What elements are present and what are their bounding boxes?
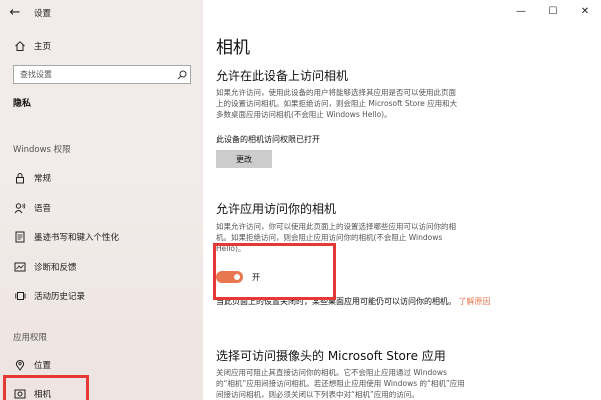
description-line: 关闭应用可阻止其直接访问你的相机。它不会阻止应用通过 Windows xyxy=(216,368,447,377)
sidebar-item-label: 墨迹书写和键入个性化 xyxy=(34,233,120,243)
store-apps-description: 关闭应用可阻止其直接访问你的相机。它不会阻止应用通过 Windows 的“相机”… xyxy=(216,367,496,400)
sidebar-item-label: 常规 xyxy=(34,174,52,184)
device-access-description: 如果允许访问，使用此设备的用户将能够选择其应用是否可以使用此页面 上的设置访问相… xyxy=(216,87,496,120)
history-icon xyxy=(13,289,27,303)
content-pane: — ☐ ✕ 相机 允许在此设备上访问相机 如果允许访问，使用此设备的用户将能够选… xyxy=(203,0,601,400)
sidebar-item-location[interactable]: 位置 xyxy=(0,355,203,375)
camera-highlight-annotation xyxy=(3,375,89,400)
sidebar-item-label: 诊断和反馈 xyxy=(34,263,77,273)
search-icon[interactable] xyxy=(174,66,190,83)
change-button[interactable]: 更改 xyxy=(216,150,272,168)
description-line: 多数桌面应用访问相机(不会阻止 Windows Hello)。 xyxy=(216,110,392,119)
home-icon xyxy=(13,39,27,53)
sidebar-item-label: 语音 xyxy=(34,204,52,214)
back-arrow-icon: ← xyxy=(9,5,21,20)
windows-permissions-label: Windows 权限 xyxy=(13,145,71,155)
close-button[interactable]: ✕ xyxy=(569,0,601,22)
location-icon xyxy=(13,358,27,372)
description-line: 间接访问相机，则必须关闭以下列表中对“相机”应用的访问。 xyxy=(216,390,419,399)
device-access-status: 此设备的相机访问权限已打开 xyxy=(216,135,320,144)
maximize-button[interactable]: ☐ xyxy=(537,0,569,22)
sidebar-item-general[interactable]: 常规 xyxy=(0,168,203,188)
sidebar-item-diagnostics[interactable]: 诊断和反馈 xyxy=(0,257,203,277)
maximize-icon: ☐ xyxy=(548,5,558,17)
device-access-heading: 允许在此设备上访问相机 xyxy=(216,69,349,83)
store-apps-heading: 选择可访问摄像头的 Microsoft Store 应用 xyxy=(216,349,446,363)
window-controls: — ☐ ✕ xyxy=(505,0,601,22)
search-placeholder: 查找设置 xyxy=(20,70,52,79)
sidebar-item-label: 活动历史记录 xyxy=(34,292,86,302)
search-input[interactable]: 查找设置 xyxy=(13,65,191,84)
learn-why-link[interactable]: 了解原因 xyxy=(459,297,491,306)
privacy-section-title: 隐私 xyxy=(13,99,32,109)
sidebar-item-speech[interactable]: 语音 xyxy=(0,198,203,218)
home-nav-item[interactable]: 主页 xyxy=(0,36,203,56)
minimize-icon: — xyxy=(516,5,526,17)
toggle-highlight-annotation xyxy=(213,243,336,300)
description-line: 如果允许访问，你可以使用此页面上的设置选择哪些应用可以访问你的相 xyxy=(216,222,456,231)
close-icon: ✕ xyxy=(580,5,590,17)
window-title: 设置 xyxy=(34,8,52,19)
home-label: 主页 xyxy=(34,42,52,52)
app-access-heading: 允许应用访问你的相机 xyxy=(216,202,337,216)
back-button[interactable]: ← xyxy=(0,0,30,25)
navigation-pane: ← 设置 主页 查找设置 隐私 Windows 权限 常规 语音 墨迹书写和键入… xyxy=(0,0,203,400)
sidebar-item-inking[interactable]: 墨迹书写和键入个性化 xyxy=(0,227,203,247)
inking-icon xyxy=(13,230,27,244)
speech-icon xyxy=(13,201,27,215)
description-line: 如果允许访问，使用此设备的用户将能够选择其应用是否可以使用此页面 xyxy=(216,88,456,97)
app-permissions-label: 应用权限 xyxy=(13,333,48,343)
description-line: 的“相机”应用间接访问相机。若还想阻止应用使用 Windows 的“相机”应用 xyxy=(216,379,465,388)
description-line: 上的设置访问相机。如果拒绝访问，则会阻止 Microsoft Store 应用和… xyxy=(216,99,458,108)
page-title: 相机 xyxy=(216,38,250,58)
description-line: 机。如果拒绝访问，则会阻止应用访问你的相机(不会阻止 Windows xyxy=(216,233,443,242)
minimize-button[interactable]: — xyxy=(505,0,537,22)
diagnostics-icon xyxy=(13,260,27,274)
sidebar-item-activity-history[interactable]: 活动历史记录 xyxy=(0,286,203,306)
lock-icon xyxy=(13,171,27,185)
title-bar: ← 设置 xyxy=(0,0,203,25)
sidebar-item-label: 位置 xyxy=(34,361,52,371)
